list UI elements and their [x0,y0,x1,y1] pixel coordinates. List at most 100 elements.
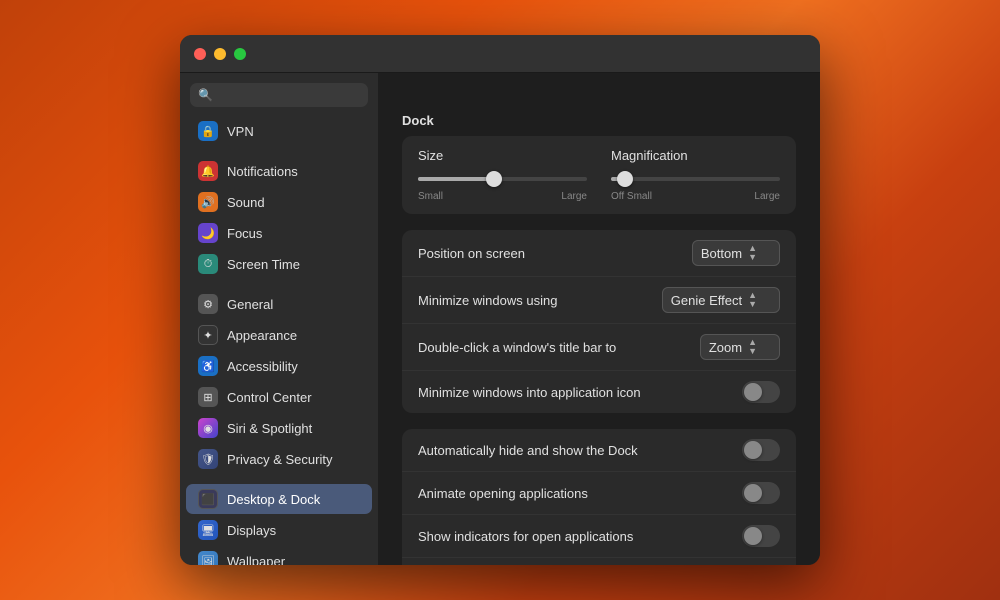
sidebar-item-notifications[interactable]: 🔔Notifications [186,156,372,186]
sound-icon: 🔊 [198,192,218,212]
close-button[interactable] [194,48,206,60]
dropdown-minimize-windows-using[interactable]: Genie Effect ▲▼ [662,287,780,313]
toggle-animate-opening[interactable] [742,482,780,504]
sidebar-item-desktop-dock[interactable]: ⬛ Desktop & Dock [186,484,372,514]
sidebar-item-accessibility[interactable]: ♿ Accessibility [186,351,372,381]
sidebar-label-sound: Sound [227,195,265,210]
slider-thumb-magnification-slider[interactable] [617,171,633,187]
settings-row-animate-opening: Animate opening applications [402,472,796,515]
toggle-minimize-into-icon[interactable] [742,381,780,403]
slider-thumb-size-slider[interactable] [486,171,502,187]
settings-label-animate-opening: Animate opening applications [418,486,742,501]
dropdown-position-on-screen[interactable]: Bottom ▲▼ [692,240,780,266]
sidebar-item-vpn[interactable]: 🔒 VPN [186,116,372,146]
sidebar-label-displays: Displays [227,523,276,538]
appearance-icon: ✦ [198,325,218,345]
sidebar-label-accessibility: Accessibility [227,359,298,374]
sidebar: 🔍 🔒 VPN 🔔Notifications 🔊 Sound 🌙Focus⏱Screen … [180,73,378,565]
accessibility-icon: ♿ [198,356,218,376]
privacy-icon: 🛡 [198,449,218,469]
slider-row: Size Small Large MagnificationOff SmallLarg… [418,148,780,202]
settings-row-auto-hide-dock: Automatically hide and show the Dock [402,429,796,472]
settings-row-minimize-windows-using: Minimize windows using Genie Effect ▲▼ [402,277,796,324]
search-bar[interactable]: 🔍 [190,83,368,107]
slider-track-size-slider[interactable] [418,177,587,181]
sidebar-item-displays[interactable]: 🖥 Displays [186,515,372,545]
settings-label-show-indicators: Show indicators for open applications [418,529,742,544]
slider-range-magnification-slider: Off SmallLarge [611,191,780,202]
titlebar [180,35,820,73]
dropdown-arrows-minimize-windows-using: ▲▼ [748,291,757,309]
settings-group-dock-behavior: Automatically hide and show the Dock Anim… [402,429,796,565]
sidebar-label-siri: Siri & Spotlight [227,421,312,436]
toggle-knob-minimize-into-icon [744,383,762,401]
siri-icon: ◉ [198,418,218,438]
displays-icon: 🖥 [198,520,218,540]
wallpaper-icon: 🖼 [198,551,218,565]
section-title-dock-section: Dock [402,113,796,128]
content-scroll[interactable]: Dock Size Small Large MagnificationOff Small… [378,101,820,565]
maximize-button[interactable] [234,48,246,60]
settings-label-position-on-screen: Position on screen [418,246,692,261]
sidebar-list: 🔒 VPN 🔔Notifications 🔊 Sound 🌙Focus⏱Screen Ti… [180,113,378,565]
slider-group-dock-section: Size Small Large MagnificationOff SmallLarg… [402,136,796,214]
settings-row-show-recent: Show recent applications in Dock [402,558,796,565]
desktop-dock-icon: ⬛ [198,489,218,509]
focus-icon: 🌙 [198,223,218,243]
settings-row-show-indicators: Show indicators for open applications [402,515,796,558]
settings-label-auto-hide-dock: Automatically hide and show the Dock [418,443,742,458]
slider-min-label: Small [418,191,443,202]
sidebar-item-control-center[interactable]: ⊞ Control Center [186,382,372,412]
settings-group-dock-settings: Position on screenBottom▲▼Minimize windo… [402,230,796,413]
sidebar-item-siri[interactable]: ◉ Siri & Spotlight [186,413,372,443]
dropdown-value-position-on-screen: Bottom [701,246,742,261]
toggle-show-indicators[interactable] [742,525,780,547]
toggle-auto-hide-dock[interactable] [742,439,780,461]
sidebar-label-general: General [227,297,273,312]
notifications-icon: 🔔 [198,161,218,181]
sidebar-item-privacy[interactable]: 🛡Privacy & Security [186,444,372,474]
control-center-icon: ⊞ [198,387,218,407]
slider-min-label: Off Small [611,191,652,202]
screen-time-icon: ⏱ [198,254,218,274]
dropdown-double-click-titlebar[interactable]: Zoom ▲▼ [700,334,780,360]
settings-row-minimize-into-icon: Minimize windows into application icon [402,371,796,413]
sidebar-item-focus[interactable]: 🌙Focus [186,218,372,248]
slider-size-slider: Size Small Large [418,148,587,202]
slider-label-size-slider: Size [418,148,587,163]
sidebar-item-sound[interactable]: 🔊 Sound [186,187,372,217]
settings-row-position-on-screen: Position on screen Bottom ▲▼ [402,230,796,277]
slider-magnification-slider: MagnificationOff SmallLarge [611,148,780,202]
system-preferences-window: 🔍 🔒 VPN 🔔Notifications 🔊 Sound 🌙Focus⏱Screen … [180,35,820,565]
vpn-icon: 🔒 [198,121,218,141]
toggle-knob-show-indicators [744,527,762,545]
sidebar-separator [180,475,378,483]
sidebar-item-screen-time[interactable]: ⏱Screen Time [186,249,372,279]
settings-label-double-click-titlebar: Double-click a window's title bar to [418,340,700,355]
sidebar-item-general[interactable]: ⚙ General [186,289,372,319]
settings-label-minimize-into-icon: Minimize windows into application icon [418,385,742,400]
window-body: 🔍 🔒 VPN 🔔Notifications 🔊 Sound 🌙Focus⏱Screen … [180,73,820,565]
minimize-button[interactable] [214,48,226,60]
settings-row-double-click-titlebar: Double-click a window's title bar toZoom… [402,324,796,371]
dropdown-value-double-click-titlebar: Zoom [709,340,742,355]
slider-track-magnification-slider[interactable] [611,177,780,181]
sidebar-separator [180,280,378,288]
search-icon: 🔍 [198,88,213,102]
settings-label-minimize-windows-using: Minimize windows using [418,293,662,308]
dropdown-arrows-double-click-titlebar: ▲▼ [748,338,757,356]
slider-max-label: Large [561,191,587,202]
dropdown-value-minimize-windows-using: Genie Effect [671,293,742,308]
toggle-knob-auto-hide-dock [744,441,762,459]
sidebar-label-vpn: VPN [227,124,254,139]
sidebar-item-appearance[interactable]: ✦ Appearance [186,320,372,350]
sidebar-label-desktop-dock: Desktop & Dock [227,492,320,507]
sidebar-label-appearance: Appearance [227,328,297,343]
dropdown-arrows-position-on-screen: ▲▼ [748,244,757,262]
slider-fill-size-slider [418,177,494,181]
sidebar-item-wallpaper[interactable]: 🖼 Wallpaper [186,546,372,565]
traffic-lights [194,48,246,60]
sidebar-label-wallpaper: Wallpaper [227,554,285,566]
general-icon: ⚙ [198,294,218,314]
sidebar-label-control-center: Control Center [227,390,312,405]
